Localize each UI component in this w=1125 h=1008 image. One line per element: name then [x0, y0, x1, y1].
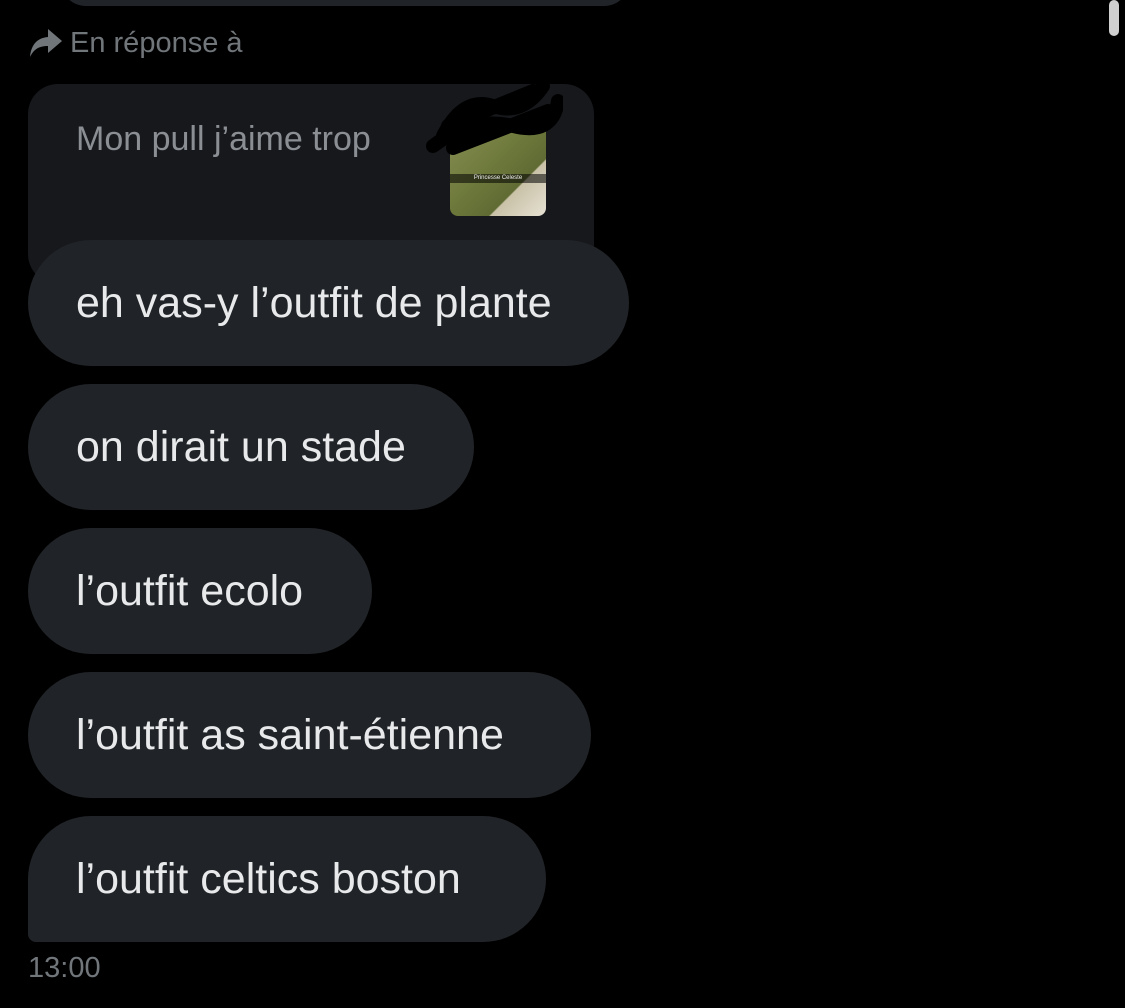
reply-arrow-icon [30, 29, 62, 57]
message-bubble[interactable]: l’outfit as saint-étienne [28, 672, 591, 798]
thumbnail-caption: Princesse Celeste [450, 174, 546, 183]
reply-context-header: En réponse à [28, 24, 243, 62]
message-bubble[interactable]: eh vas-y l’outfit de plante [28, 240, 629, 366]
quoted-message-text: Mon pull j’aime trop [76, 120, 371, 158]
message-bubble[interactable]: l’outfit ecolo [28, 528, 372, 654]
message-timestamp: 13:00 [28, 952, 101, 984]
reply-label: En réponse à [70, 26, 243, 59]
message-bubble[interactable]: on dirait un stade [28, 384, 474, 510]
message-bubble[interactable]: l’outfit celtics boston [28, 816, 546, 942]
redaction-scribble [426, 79, 563, 155]
scrollbar[interactable] [1109, 0, 1119, 36]
previous-message-bubble [60, 0, 630, 6]
